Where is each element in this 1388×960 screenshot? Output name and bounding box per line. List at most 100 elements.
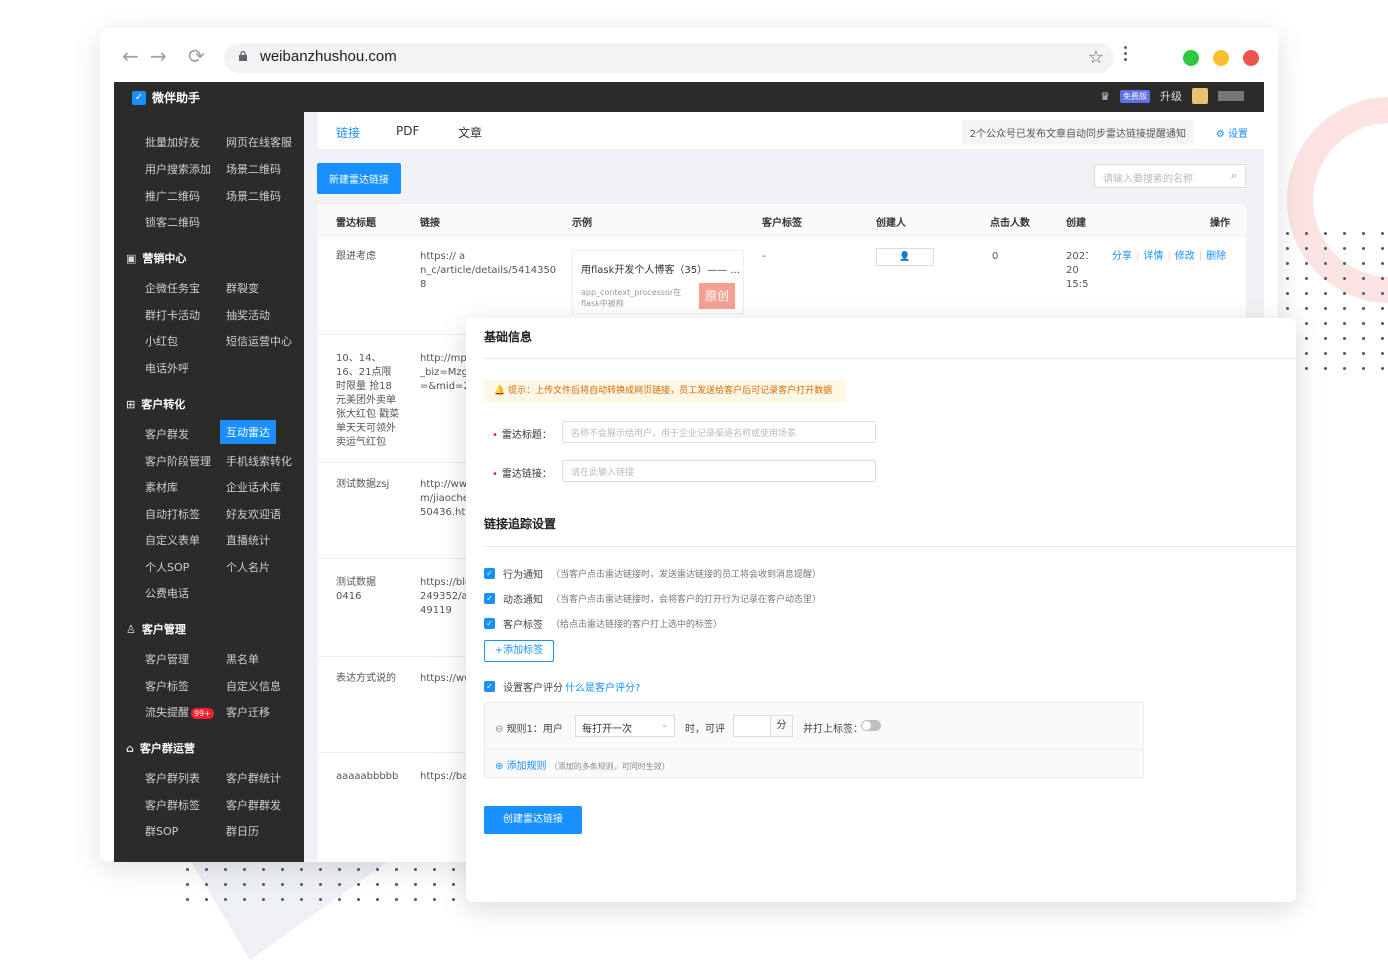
sidebar-item[interactable]: 场景二维码 (226, 188, 281, 204)
tab-article[interactable]: 文章 (458, 124, 482, 141)
sidebar-item[interactable]: 群日历 (226, 823, 259, 839)
username-placeholder[interactable] (1218, 91, 1244, 101)
sidebar-item[interactable]: 推广二维码 (145, 188, 200, 204)
sidebar-item[interactable]: 公费电话 (145, 585, 189, 601)
sidebar-item[interactable]: 企业话术库 (226, 479, 281, 495)
yellow-light-icon[interactable] (1213, 50, 1229, 66)
star-icon[interactable]: ☆ (1088, 47, 1104, 68)
sidebar-item[interactable]: 群打卡活动 (145, 307, 200, 323)
search-icon: ⌕ (1230, 169, 1237, 182)
row-link[interactable]: https://bai (420, 770, 471, 784)
search-input[interactable]: 请输入要搜索的名称 ⌕ (1094, 164, 1246, 188)
address-bar[interactable]: weibanzhushou.com ☆ (224, 43, 1114, 73)
tag-toggle[interactable] (861, 720, 881, 731)
sidebar-item[interactable]: 直播统计 (226, 532, 270, 548)
sidebar-item[interactable]: 自动打标签 (145, 506, 200, 522)
sidebar-item[interactable]: 企微任务宝 (145, 280, 200, 296)
link-input[interactable]: 请在此输入链接 (562, 460, 876, 482)
sidebar-item[interactable]: 电话外呼 (145, 360, 189, 376)
menu-kebab-icon[interactable] (1124, 46, 1128, 64)
row-link[interactable]: https://blo 249352/a 49119 (420, 576, 471, 618)
sidebar-section-customers[interactable]: ♙ 客户管理 (126, 621, 186, 637)
title-label: • 雷达标题： (492, 430, 552, 441)
upgrade-link[interactable]: 升级 (1160, 88, 1182, 104)
edit-link[interactable]: 修改 (1175, 251, 1195, 262)
brand[interactable]: ✓ 微伴助手 (132, 89, 200, 106)
score-unit: 分 (770, 716, 792, 736)
sidebar-item[interactable]: 锁客二维码 (145, 214, 200, 230)
sidebar-section-marketing[interactable]: ▣ 营销中心 (126, 250, 186, 266)
sidebar-item[interactable]: 用户搜索添加 (145, 161, 211, 177)
row-link[interactable]: https:// a n_c/article/details/5414350 8 (420, 250, 556, 292)
sidebar-section-groups[interactable]: ⌂ 客户群运营 (126, 740, 195, 756)
score-option[interactable]: ✓ 设置客户评分 什么是客户评分? (484, 679, 640, 694)
minus-circle-icon[interactable]: ⊖ (495, 724, 507, 735)
back-arrow-icon[interactable]: ← (122, 46, 139, 66)
sidebar-item[interactable]: 抽奖活动 (226, 307, 270, 323)
free-badge: 免费版 (1120, 89, 1150, 103)
sidebar-item[interactable]: 素材库 (145, 479, 178, 495)
checkbox-checked[interactable]: ✓ (484, 568, 495, 579)
sidebar-item[interactable]: 个人SOP (145, 559, 189, 575)
sidebar-item[interactable]: 客户管理 (145, 651, 189, 667)
behavior-notify-option[interactable]: ✓ 行为通知 （当客户点击雷达链接时，发送雷达链接的员工将会收到消息提醒） (484, 566, 821, 581)
sidebar-item-active[interactable]: 互动雷达 (220, 420, 276, 444)
green-light-icon[interactable] (1183, 50, 1199, 66)
sidebar-item[interactable]: 客户阶段管理 (145, 453, 211, 469)
forward-arrow-icon[interactable]: → (150, 46, 167, 66)
reload-icon[interactable]: ⟳ (188, 46, 205, 66)
tab-link[interactable]: 链接 (336, 124, 361, 153)
sidebar-item[interactable]: 群裂变 (226, 280, 259, 296)
sidebar-item[interactable]: 黑名单 (226, 651, 259, 667)
share-link[interactable]: 分享 (1112, 251, 1132, 262)
customer-tag-option[interactable]: ✓ 客户标签 （给点击雷达链接的客户打上选中的标签） (484, 616, 722, 631)
brand-name: 微伴助手 (152, 91, 201, 105)
title-input[interactable]: 名称不会展示给用户，用于企业记录渠道名称或使用场景 (562, 421, 876, 443)
sidebar-item[interactable]: 客户群列表 (145, 770, 200, 786)
score-input[interactable]: 分 (733, 715, 793, 737)
sidebar-item[interactable]: 小红包 (145, 333, 178, 349)
sidebar-item[interactable]: 客户群群发 (226, 797, 281, 813)
score-help-link[interactable]: 什么是客户评分? (565, 679, 640, 694)
sidebar-item[interactable]: 群SOP (145, 823, 178, 839)
new-radar-button[interactable]: 新建雷达链接 (317, 163, 401, 194)
row-link[interactable]: http://www m/jiaocher 50436.htm (420, 478, 475, 520)
row-tag: - (762, 251, 766, 262)
sidebar-item[interactable]: 客户迁移 (226, 704, 270, 720)
row-link[interactable]: https://ww (420, 672, 472, 686)
sidebar-item[interactable]: 批量加好友 (145, 134, 200, 150)
rule-box: ⊖ 规则1：用户 每打开一次 ⌄ 时，可评 分 并打上标签： ⊕ 添加规则 （添… (484, 702, 1144, 778)
checkbox-checked[interactable]: ✓ (484, 618, 495, 629)
sidebar-section-conversion[interactable]: ⊞ 客户转化 (126, 396, 185, 412)
sync-notice[interactable]: 2个公众号已发布文章自动同步雷达链接提醒通知 (961, 120, 1194, 145)
sidebar-item[interactable]: 客户群统计 (226, 770, 281, 786)
red-light-icon[interactable] (1243, 50, 1259, 66)
row-link[interactable]: http://mp.w _biz=Mzg =&mid=22 (420, 352, 478, 394)
delete-link[interactable]: 删除 (1206, 251, 1226, 262)
add-tag-button[interactable]: +添加标签 (484, 640, 554, 662)
sidebar-item[interactable]: 客户群标签 (145, 797, 200, 813)
create-radar-button[interactable]: 创建雷达链接 (484, 806, 582, 834)
tab-pdf[interactable]: PDF (396, 124, 419, 138)
dynamic-notify-option[interactable]: ✓ 动态通知 （当客户点击雷达链接时，会将客户的打开行为记录在客户动态里） (484, 591, 821, 606)
sidebar-item[interactable]: 手机线索转化 (226, 453, 292, 469)
add-rule-link[interactable]: ⊕ 添加规则 （添加的多条规则，可同时生效） (495, 757, 670, 772)
example-card[interactable]: 用flask开发个人博客（35）—— ... app_context_proce… (572, 250, 744, 314)
sidebar-item[interactable]: 客户标签 (145, 678, 189, 694)
rule-select[interactable]: 每打开一次 ⌄ (575, 715, 675, 737)
avatar[interactable] (1192, 88, 1208, 104)
sidebar-item[interactable]: 好友欢迎语 (226, 506, 281, 522)
checkbox-checked[interactable]: ✓ (484, 681, 495, 692)
sidebar-item[interactable]: 客户群发 (145, 426, 189, 442)
detail-link[interactable]: 详情 (1143, 251, 1163, 262)
sidebar-item[interactable]: 场景二维码 (226, 161, 281, 177)
sidebar-item[interactable]: 网页在线客服 (226, 134, 292, 150)
sidebar-item-loss-alert[interactable]: 流失提醒 99+ (145, 704, 214, 720)
settings-link[interactable]: ⚙ 设置 (1216, 125, 1248, 140)
sidebar-item[interactable]: 个人名片 (226, 559, 270, 575)
sidebar-item[interactable]: 短信运营中心 (226, 333, 292, 349)
sidebar-item[interactable]: 自定义信息 (226, 678, 281, 694)
group-icon: ⌂ (126, 741, 134, 755)
sidebar-item[interactable]: 自定义表单 (145, 532, 200, 548)
checkbox-checked[interactable]: ✓ (484, 593, 495, 604)
